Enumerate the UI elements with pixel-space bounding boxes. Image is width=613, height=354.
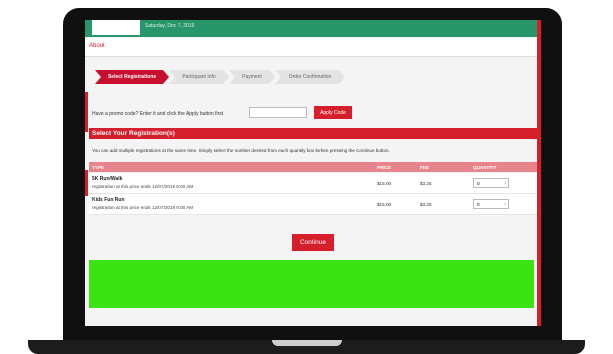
quantity-select[interactable]: 0 ↕ — [473, 178, 509, 188]
table-row: 5K Run/Walk registration at this price e… — [89, 173, 537, 194]
promo-code-input[interactable] — [249, 107, 307, 118]
site-header: Saturday, Dec 7, 2019 — [85, 20, 541, 37]
registration-price: $15.00 — [377, 202, 392, 207]
registration-note: registration at this price ends 12/07/20… — [92, 184, 194, 189]
registration-note: registration at this price ends 12/07/20… — [92, 205, 194, 210]
registration-price: $15.00 — [377, 181, 392, 186]
right-accent-strip — [537, 20, 541, 326]
registrations-title: Select Your Registration(s) — [89, 128, 537, 139]
col-quantity: QUANTITY — [473, 165, 497, 170]
nav-bar: About — [85, 38, 537, 57]
nav-about-link[interactable]: About — [89, 43, 105, 49]
apply-code-button[interactable]: Apply Code — [314, 106, 352, 119]
green-overlay-block — [89, 260, 534, 308]
col-price: PRICE — [377, 165, 392, 170]
continue-button[interactable]: Continue — [292, 234, 334, 251]
updown-arrows-icon: ↕ — [504, 201, 506, 206]
step-payment: Payment — [229, 70, 275, 84]
step-select-registrations: Select Registrations — [95, 70, 169, 84]
event-date: Saturday, Dec 7, 2019 — [145, 23, 195, 29]
site-logo[interactable] — [92, 20, 140, 35]
registrations-instructions: You can add multiple registrations at th… — [92, 148, 390, 153]
quantity-value: 0 — [477, 202, 480, 207]
step-participant-info: Participant Info — [169, 70, 229, 84]
quantity-select[interactable]: 0 ↕ — [473, 199, 509, 209]
updown-arrows-icon: ↕ — [504, 180, 506, 185]
laptop-notch — [272, 340, 342, 346]
step-order-confirmation: Order Confirmation — [275, 70, 345, 84]
registration-fee: $3.25 — [420, 181, 432, 186]
table-header: TYPE PRICE FEE QUANTITY — [89, 162, 537, 172]
left-accent-strip — [85, 92, 88, 132]
col-type: TYPE — [92, 165, 104, 170]
quantity-value: 0 — [477, 181, 480, 186]
registration-name: 5K Run/Walk — [92, 176, 123, 182]
screen: Saturday, Dec 7, 2019 About Select Regis… — [85, 20, 541, 326]
col-fee: FEE — [420, 165, 429, 170]
left-accent-strip-lower — [85, 170, 88, 196]
registration-name: Kids Fun Run — [92, 197, 125, 203]
table-row: Kids Fun Run registration at this price … — [89, 194, 537, 215]
promo-label: Have a promo code? Enter it and click th… — [92, 111, 224, 117]
registration-fee: $3.25 — [420, 202, 432, 207]
